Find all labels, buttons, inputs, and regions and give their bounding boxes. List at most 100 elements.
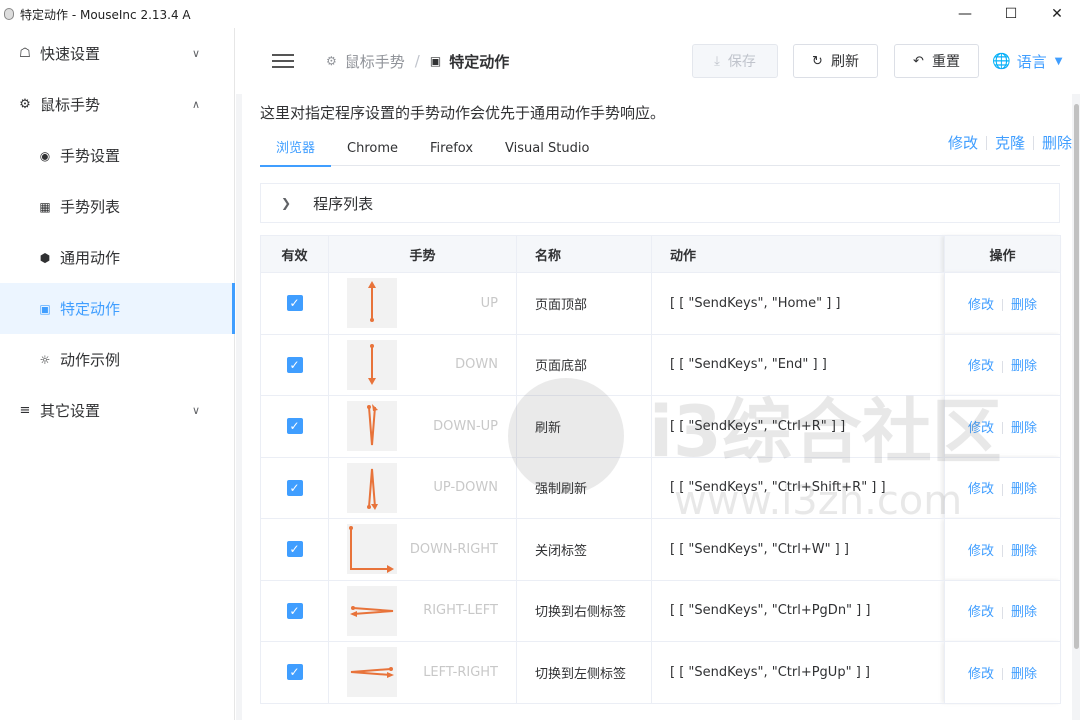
divider (1002, 483, 1003, 496)
edit-row-link[interactable]: 修改 (968, 298, 994, 313)
action-command-cell: [ [ "SendKeys", "End" ] ] (651, 333, 945, 396)
action-name-cell: 页面顶部 (516, 272, 652, 335)
gear-icon: ⚙ (19, 97, 31, 112)
delete-row-link[interactable]: 删除 (1011, 482, 1037, 497)
enabled-checkbox[interactable]: ✓ (286, 541, 303, 558)
gesture-cell: DOWN (328, 333, 517, 396)
enabled-checkbox[interactable]: ✓ (286, 295, 303, 312)
language-dropdown[interactable]: 🌐 语言 ▼ (992, 44, 1062, 78)
close-button[interactable]: ✕ (1034, 0, 1080, 28)
tab-visual-studio[interactable]: Visual Studio (489, 132, 605, 166)
divider (1002, 299, 1003, 312)
sidebar: ☖ 快速设置 ∨ ⚙ 鼠标手势 ∧ ◉ 手势设置 ▦ 手势列表 ⬢ 通用动作 ▣… (0, 28, 235, 720)
sidebar-group-mouse-gesture[interactable]: ⚙ 鼠标手势 ∧ (0, 79, 234, 130)
operations-cell: 修改 删除 (944, 456, 1061, 519)
enabled-checkbox[interactable]: ✓ (286, 356, 303, 373)
tab-browser[interactable]: 浏览器 (260, 132, 332, 167)
table-header-row: 有效 手势 名称 动作 操作 (260, 235, 1061, 273)
enabled-checkbox[interactable]: ✓ (286, 664, 303, 681)
divider (1002, 360, 1003, 373)
gesture-stroke-icon (347, 462, 397, 513)
gesture-cell: UP (328, 272, 517, 335)
window-title: 特定动作 - MouseInc 2.13.4 A (20, 7, 191, 22)
gesture-code: UP (480, 295, 498, 311)
enabled-checkbox[interactable]: ✓ (286, 602, 303, 619)
divider (1002, 668, 1003, 681)
gesture-code: LEFT-RIGHT (423, 664, 498, 680)
program-tabs: 浏览器 Chrome Firefox Visual Studio (260, 132, 1060, 167)
enabled-cell: ✓ (260, 272, 329, 335)
save-button-label: 保存 (727, 54, 756, 70)
column-header-name: 名称 (516, 235, 652, 273)
enabled-cell: ✓ (260, 333, 329, 396)
tab-chrome[interactable]: Chrome (331, 132, 414, 166)
palette-icon: ◉ (39, 148, 51, 163)
minimize-button[interactable]: — (942, 0, 988, 28)
home-icon: ☖ (19, 46, 31, 61)
gesture-cell: UP-DOWN (328, 456, 517, 519)
edit-row-link[interactable]: 修改 (968, 359, 994, 374)
edit-row-link[interactable]: 修改 (968, 605, 994, 620)
menu-toggle-icon[interactable] (272, 54, 294, 68)
edit-row-link[interactable]: 修改 (968, 667, 994, 682)
sidebar-item-common-actions[interactable]: ⬢ 通用动作 (0, 232, 234, 283)
reset-button[interactable]: ↶ 重置 (894, 44, 979, 78)
action-name-cell: 切换到右侧标签 (516, 579, 652, 642)
table-row: ✓ RIGHT-LEFT 切换到右侧标签[ [ "SendKeys", "Ctrl+… (260, 579, 1061, 642)
delete-row-link[interactable]: 删除 (1011, 359, 1037, 374)
enabled-cell: ✓ (260, 579, 329, 642)
enabled-checkbox[interactable]: ✓ (286, 418, 303, 435)
enabled-cell: ✓ (260, 456, 329, 519)
edit-row-link[interactable]: 修改 (968, 421, 994, 436)
column-header-gesture: 手势 (328, 235, 517, 273)
edit-row-link[interactable]: 修改 (968, 544, 994, 559)
action-command-cell: [ [ "SendKeys", "Ctrl+PgDn" ] ] (651, 579, 945, 642)
maximize-button[interactable]: ☐ (988, 0, 1034, 28)
sidebar-group-other-settings[interactable]: ≡ 其它设置 ∨ (0, 385, 234, 436)
clone-tab-link[interactable]: 克隆 (995, 132, 1025, 153)
action-name-cell: 强制刷新 (516, 456, 652, 519)
enabled-cell: ✓ (260, 518, 329, 581)
delete-row-link[interactable]: 删除 (1011, 605, 1037, 620)
sidebar-item-gesture-settings[interactable]: ◉ 手势设置 (0, 130, 234, 181)
chevron-up-icon: ∧ (191, 98, 200, 111)
download-icon: ⤓ (714, 53, 720, 69)
chevron-right-icon: ❯ (281, 196, 292, 210)
table-row: ✓ UP 页面顶部[ [ "SendKeys", "Home" ] ] 修改 删除 (260, 272, 1061, 335)
gear-icon: ⚙ (326, 54, 337, 68)
gesture-cell: RIGHT-LEFT (328, 579, 517, 642)
sidebar-item-specific-actions[interactable]: ▣ 特定动作 (0, 283, 235, 334)
delete-row-link[interactable]: 删除 (1011, 667, 1037, 682)
vertical-scrollbar[interactable] (1074, 104, 1079, 649)
sliders-icon: ≡ (19, 403, 31, 418)
table-row: ✓ DOWN-UP 刷新[ [ "SendKeys", "Ctrl+R" ] ] 修改… (260, 395, 1061, 458)
operations-cell: 修改 删除 (944, 272, 1061, 335)
sidebar-item-gesture-list[interactable]: ▦ 手势列表 (0, 181, 234, 232)
save-button[interactable]: ⤓ 保存 (692, 44, 778, 78)
briefcase-icon: ▣ (39, 301, 51, 316)
sidebar-item-label: 动作示例 (60, 351, 121, 369)
divider (1002, 606, 1003, 619)
edit-tab-link[interactable]: 修改 (948, 132, 978, 153)
chevron-down-icon: ∨ (191, 47, 200, 60)
delete-row-link[interactable]: 删除 (1011, 421, 1037, 436)
sidebar-item-action-examples[interactable]: ☼ 动作示例 (0, 334, 234, 385)
language-icon: 🌐 (992, 52, 1011, 70)
gesture-stroke-icon (347, 401, 397, 452)
briefcase-icon: ▣ (429, 54, 442, 68)
gesture-code: DOWN (455, 357, 498, 373)
delete-row-link[interactable]: 删除 (1011, 298, 1037, 313)
delete-tab-link[interactable]: 删除 (1042, 132, 1072, 153)
refresh-button[interactable]: ↻ 刷新 (793, 44, 878, 78)
sidebar-group-quick-settings[interactable]: ☖ 快速设置 ∨ (0, 28, 234, 79)
window-titlebar: 特定动作 - MouseInc 2.13.4 A — ☐ ✕ (0, 0, 1080, 28)
sidebar-group-label: 鼠标手势 (40, 96, 101, 114)
tab-firefox[interactable]: Firefox (414, 132, 489, 166)
gesture-stroke-icon (347, 278, 397, 329)
program-list-collapse[interactable]: ❯ 程序列表 (260, 183, 1060, 223)
delete-row-link[interactable]: 删除 (1011, 544, 1037, 559)
edit-row-link[interactable]: 修改 (968, 482, 994, 497)
operations-cell: 修改 删除 (944, 641, 1061, 704)
breadcrumb-item-mouse-gesture[interactable]: ⚙ 鼠标手势 (326, 51, 405, 72)
enabled-checkbox[interactable]: ✓ (286, 479, 303, 496)
